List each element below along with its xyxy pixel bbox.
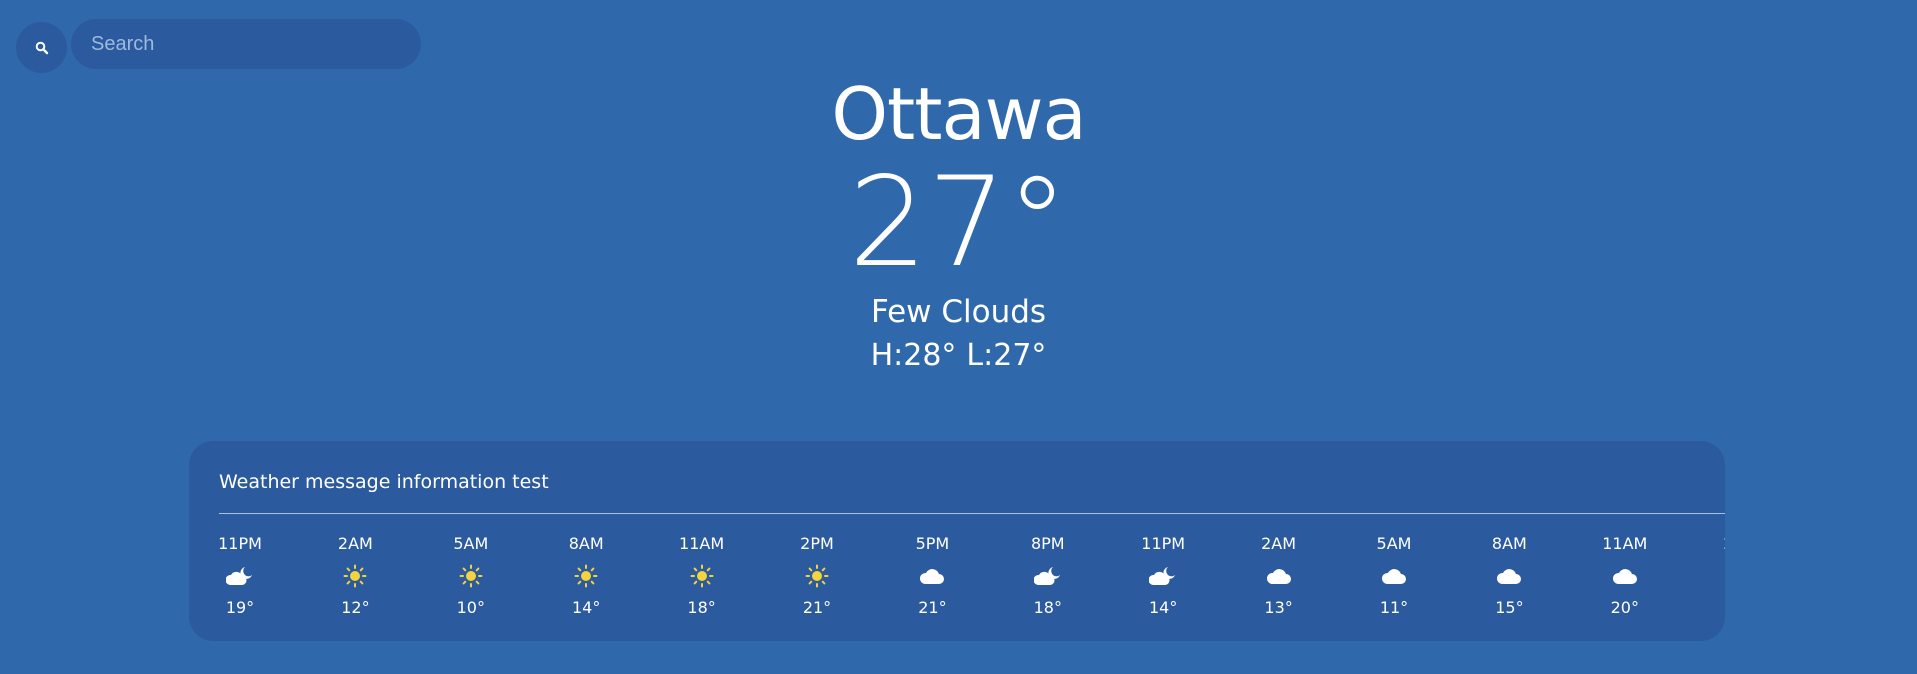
hour-temperature: 21° xyxy=(802,598,832,617)
hourly-forecast-item: 5PM 21° xyxy=(892,534,972,618)
cloud-icon xyxy=(1585,564,1665,588)
partly-cloudy-night-icon xyxy=(1008,564,1088,588)
hourly-forecast-list: 11PM 19° 2AM 12° 5AM 10° 8AM 14° 11AM 18… xyxy=(189,441,1725,641)
search-icon xyxy=(35,41,48,54)
hour-time: 2PM xyxy=(800,534,834,553)
hour-time: 2PM xyxy=(1700,534,1725,554)
hour-temperature: 17° xyxy=(1700,598,1725,618)
cloud-icon xyxy=(1239,564,1319,588)
weather-page: Ottawa 27° Few Clouds H:28° L:27° Weather… xyxy=(0,0,1917,674)
hour-temperature: 13° xyxy=(1264,598,1293,617)
partly-cloudy-night-icon xyxy=(1123,564,1203,588)
hour-time: 11PM xyxy=(1141,534,1186,553)
hourly-forecast-item: 2AM 13° xyxy=(1239,534,1319,618)
hour-time: 2AM xyxy=(1261,534,1297,553)
hour-temperature: 19° xyxy=(225,598,255,617)
hour-time: 8AM xyxy=(568,534,604,553)
hourly-forecast-item: 11AM 18° xyxy=(662,534,742,618)
partly-cloudy-night-icon xyxy=(200,564,280,588)
high-temperature: H:28° xyxy=(870,338,957,373)
hour-time: 8PM xyxy=(1030,534,1065,553)
city-name: Ottawa xyxy=(831,72,1086,156)
hour-time: 5AM xyxy=(453,534,489,553)
hour-time: 11PM xyxy=(218,534,262,553)
hourly-forecast-item: 2PM 21° xyxy=(777,534,857,618)
hourly-forecast-item: 5AM 11° xyxy=(1354,534,1434,618)
hourly-forecast-item: 11AM 20° xyxy=(1585,534,1665,618)
hour-time: 5PM xyxy=(915,534,950,553)
cloud-icon xyxy=(1700,564,1725,588)
hour-time: 11AM xyxy=(679,534,725,553)
hour-temperature: 14° xyxy=(1149,598,1178,617)
sun-icon xyxy=(546,564,626,588)
search-input[interactable] xyxy=(71,19,421,69)
cloud-icon xyxy=(892,564,972,588)
hour-temperature: 21° xyxy=(918,598,947,617)
hourly-forecast-item: 8AM 14° xyxy=(546,534,626,618)
low-temperature: L:27° xyxy=(966,338,1047,373)
hourly-forecast-panel: Weather message information test 11PM 19… xyxy=(189,441,1725,641)
condition-description: Few Clouds xyxy=(870,294,1047,330)
hour-time: 2AM xyxy=(337,534,373,553)
hour-temperature: 12° xyxy=(341,598,370,617)
cloud-icon xyxy=(1469,564,1549,588)
hourly-forecast-item: 11PM 14° xyxy=(1123,534,1203,618)
hour-temperature: 11° xyxy=(1379,598,1409,617)
hour-time: 8AM xyxy=(1491,534,1527,553)
current-temperature: 27° xyxy=(848,151,1069,295)
hourly-forecast-item: 8AM 15° xyxy=(1469,534,1549,618)
sun-icon xyxy=(431,564,511,588)
high-low: H:28° L:27° xyxy=(0,336,1917,376)
cloud-icon xyxy=(1354,564,1434,588)
hour-temperature: 18° xyxy=(1033,598,1062,617)
sun-icon xyxy=(777,564,857,588)
sun-icon xyxy=(662,564,742,588)
hourly-forecast-item: 5AM 10° xyxy=(431,534,511,618)
hour-temperature: 15° xyxy=(1495,598,1524,617)
hour-time: 11AM xyxy=(1602,534,1648,553)
hour-temperature: 10° xyxy=(456,598,485,617)
hour-time: 5AM xyxy=(1376,534,1412,553)
hour-temperature: 18° xyxy=(687,598,716,617)
hourly-forecast-item: 11PM 19° xyxy=(200,534,280,618)
sun-icon xyxy=(315,564,395,588)
hourly-forecast-item: 2AM 12° xyxy=(315,534,395,618)
search-button[interactable] xyxy=(16,22,67,73)
hour-temperature: 20° xyxy=(1610,598,1639,617)
hourly-forecast-item: 2PM 17° xyxy=(1700,534,1725,618)
hourly-forecast-item: 8PM 18° xyxy=(1008,534,1088,618)
hour-temperature: 14° xyxy=(572,598,601,617)
